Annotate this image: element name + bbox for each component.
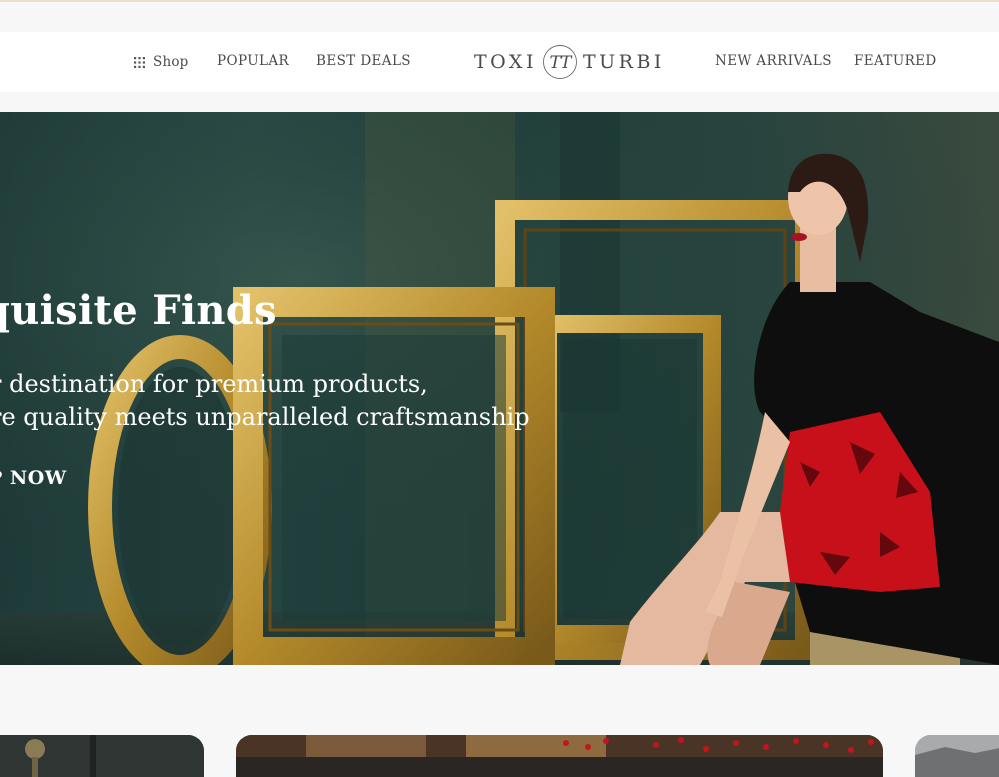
main-navigation: Shop POPULAR BEST DEALS TOXI TT TURBI NE… — [0, 32, 999, 92]
grid-icon — [134, 56, 145, 68]
hero-banner: quisite Finds r destination for premium … — [0, 112, 999, 665]
nav-popular[interactable]: POPULAR — [217, 53, 289, 69]
card-image-1 — [0, 735, 204, 777]
hero-title: quisite Finds — [0, 287, 277, 334]
card-image-3 — [915, 735, 999, 777]
hero-subtitle-line-2: re quality meets unparalleled craftsmans… — [0, 403, 530, 431]
svg-text:TT: TT — [549, 53, 573, 73]
category-card-2[interactable] — [236, 735, 883, 777]
nav-featured[interactable]: FEATURED — [854, 53, 937, 69]
brand-logo[interactable]: TOXI TT TURBI — [474, 44, 665, 80]
nav-new-arrivals[interactable]: NEW ARRIVALS — [715, 53, 832, 69]
monogram-icon: TT — [543, 45, 577, 79]
top-border — [0, 0, 999, 2]
nav-best-deals[interactable]: BEST DEALS — [316, 53, 411, 69]
card-image-2 — [236, 735, 883, 777]
logo-text-right: TURBI — [582, 51, 665, 73]
category-card-3[interactable] — [915, 735, 999, 777]
shop-menu-button[interactable]: Shop — [134, 54, 189, 70]
logo-text-left: TOXI — [474, 51, 537, 73]
shop-label: Shop — [153, 54, 189, 70]
shop-now-button[interactable]: P NOW — [0, 467, 67, 489]
hero-subtitle-line-1: r destination for premium products, — [0, 370, 428, 398]
category-card-1[interactable] — [0, 735, 204, 777]
